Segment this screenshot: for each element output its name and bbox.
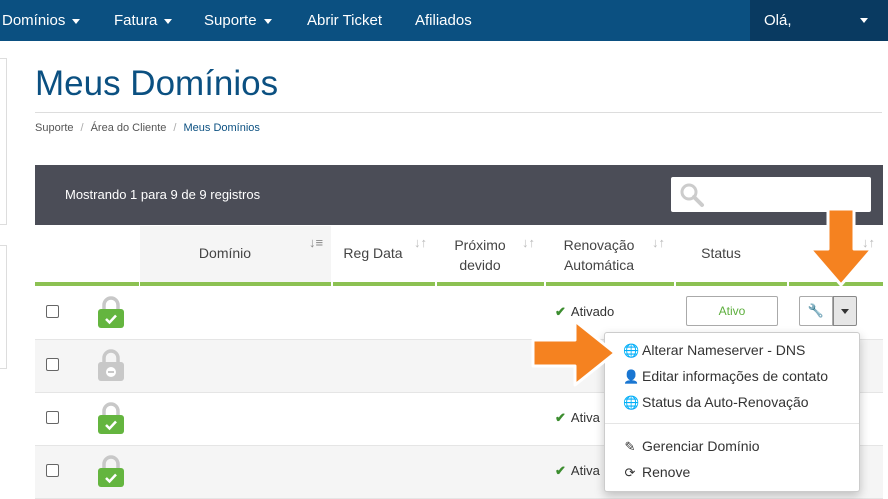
nav-suporte[interactable]: Suporte [204,0,272,41]
column-underline [333,282,435,286]
menu-item-label: Status da Auto-Renovação [642,394,809,410]
page-title: Meus Domínios [35,64,279,103]
domain-actions-menu: 🌐 Alterar Nameserver - DNS 👤 Editar inform… [604,332,860,492]
lock-secure-icon [98,402,124,434]
row-checkbox[interactable] [46,305,59,318]
breadcrumb-area-cliente[interactable]: Área do Cliente [91,122,167,134]
sort-icon[interactable]: ↓↑ [522,235,535,250]
arrow-right-annotation-icon [531,319,617,387]
auto-renew-status: ✔ Ativa [555,463,600,479]
user-icon: 👤 [623,369,640,384]
sort-icon[interactable]: ↓↑ [652,235,665,250]
lock-secure-icon [98,455,124,487]
breadcrumb: Suporte / Área do Cliente / Meus Domínios [35,122,260,134]
menu-item-label: Renove [642,464,691,480]
nav-suporte-label: Suporte [204,12,257,29]
col-dominio[interactable]: Domínio [140,235,310,263]
breadcrumb-current: Meus Domínios [183,122,260,134]
auto-renew-label: Ativado [570,304,615,319]
nav-fatura-label: Fatura [114,12,158,29]
column-underline [35,282,139,286]
auto-renew-label: Ativa [570,463,600,478]
nav-dominios-label: Domínios [2,12,66,29]
breadcrumb-suporte[interactable]: Suporte [35,122,74,134]
sort-icon[interactable]: ↓↑ [414,235,427,250]
globe-icon: 🌐 [623,343,640,358]
col-reg-data[interactable]: Reg Data [333,235,413,263]
menu-item-label: Editar informações de contato [642,368,828,384]
chevron-down-icon [841,309,849,314]
menu-item-gerenciar-dominio[interactable]: ✎ Gerenciar Domínio [623,438,760,455]
auto-renew-label: Ativa [570,410,600,425]
lock-inactive-icon [98,349,124,381]
chevron-down-icon [72,18,81,24]
col-renovacao-automatica[interactable]: Renovação Automática [546,235,652,275]
nav-dominios[interactable]: Domínios [2,0,81,41]
auto-renew-status: ✔ Ativa [555,410,600,426]
column-underline [437,282,544,286]
top-navbar: Domínios Fatura Suporte Abrir Ticket Afi… [0,0,888,41]
pencil-icon: ✎ [624,439,636,454]
row-checkbox[interactable] [46,411,59,424]
nav-fatura[interactable]: Fatura [114,0,173,41]
arrow-down-annotation-icon [808,207,874,287]
check-icon: ✔ [555,410,566,425]
col-status[interactable]: Status [676,235,766,263]
row-checkbox[interactable] [46,464,59,477]
chevron-down-icon [263,18,272,24]
column-underline [676,282,787,286]
check-icon: ✔ [555,463,566,478]
status-badge[interactable]: Ativo [686,296,778,326]
globe-icon: 🌐 [623,395,640,410]
sidebar-panel [0,245,7,369]
search-icon [680,183,704,207]
title-divider [35,112,882,113]
menu-item-alterar-nameserver[interactable]: 🌐 Alterar Nameserver - DNS [623,342,805,359]
sidebar-panel [0,58,7,225]
nav-afiliados-label: Afiliados [415,12,472,29]
menu-item-status-auto-renovacao[interactable]: 🌐 Status da Auto-Renovação [623,394,809,411]
nav-abrir-ticket-label: Abrir Ticket [307,12,383,29]
column-underline [546,282,674,286]
col-proximo-devido[interactable]: Próximo devido [437,235,523,275]
user-greeting: Olá, [764,12,792,29]
nav-afiliados[interactable]: Afiliados [415,0,472,41]
chevron-down-icon [164,18,173,24]
row-checkbox[interactable] [46,358,59,371]
lock-secure-icon [98,296,124,328]
table-toolbar: Mostrando 1 para 9 de 9 registros [35,165,883,225]
chevron-down-icon [860,18,868,23]
wrench-icon: 🔧 [807,303,825,318]
sort-desc-icon[interactable]: ↓≡ [309,235,323,250]
menu-item-label: Alterar Nameserver - DNS [642,342,806,358]
user-menu[interactable]: Olá, [750,0,888,41]
actions-dropdown-toggle[interactable] [833,296,857,326]
table-info: Mostrando 1 para 9 de 9 registros [65,187,261,202]
refresh-icon: ⟳ [624,465,636,480]
manage-domain-button[interactable]: 🔧 [799,296,833,326]
column-underline [140,282,331,286]
menu-divider [605,423,859,424]
check-icon: ✔ [555,304,566,319]
menu-item-editar-contato[interactable]: 👤 Editar informações de contato [623,368,828,385]
nav-abrir-ticket[interactable]: Abrir Ticket [307,0,382,41]
menu-item-label: Gerenciar Domínio [642,438,760,454]
menu-item-renove[interactable]: ⟳ Renove [623,464,691,481]
